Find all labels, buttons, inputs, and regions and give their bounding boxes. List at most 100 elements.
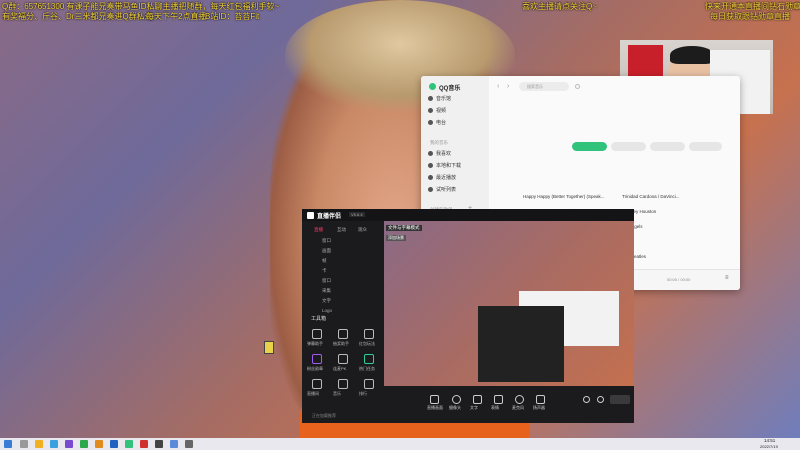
source-row[interactable]: 卡	[308, 266, 373, 275]
playlist-icon[interactable]: ≡	[725, 275, 729, 281]
nav-label: 视频	[436, 108, 447, 114]
clock-icon	[428, 175, 433, 181]
preview-label: 文件与字幕模式	[386, 225, 422, 231]
nav-music-hall[interactable]: 音乐馆	[428, 95, 451, 103]
radio-icon	[428, 120, 433, 126]
back-button[interactable]: ‹	[497, 83, 499, 90]
medal-tool-icon[interactable]	[312, 354, 322, 364]
emoji-icon[interactable]	[494, 395, 503, 404]
settings-icon[interactable]	[583, 396, 590, 403]
source-label: 画面	[322, 248, 331, 253]
taskbar-app-icon[interactable]	[185, 440, 193, 448]
preview-canvas[interactable]: 文件与字幕模式 添加场景	[384, 221, 634, 386]
source-row[interactable]: Logo	[308, 306, 373, 315]
source-label: Logo	[322, 308, 333, 313]
tool-label: 抽奖助手	[333, 341, 349, 346]
camera-icon[interactable]	[452, 395, 461, 404]
nav-liked[interactable]: 我喜欢	[428, 150, 451, 158]
nested-obs-preview	[478, 306, 564, 382]
song-title[interactable]: Happy Happy (Better Together) (Speak...	[523, 194, 604, 199]
obs-tab[interactable]: 观众	[358, 227, 367, 233]
redpacket-tool-icon[interactable]	[364, 329, 374, 339]
source-row[interactable]: 窗口	[308, 236, 373, 245]
toolbox-header: 工具箱	[311, 316, 327, 322]
taskbar-app-icon[interactable]	[140, 440, 148, 448]
category-pill[interactable]	[689, 142, 722, 151]
taskbar-app-icon[interactable]	[80, 440, 88, 448]
source-label: 窗口	[322, 278, 331, 283]
voice-search-icon[interactable]	[575, 84, 580, 89]
task-tool-icon[interactable]	[364, 354, 374, 364]
nav-trial[interactable]: 试听列表	[428, 186, 456, 194]
overlay-line1-right-b: 快来开通本直播间钻石勋章	[705, 2, 800, 11]
rank-tool-icon[interactable]	[364, 379, 374, 389]
bottom-tool-label: 摄像头	[449, 405, 461, 410]
browser-icon[interactable]	[50, 440, 58, 448]
nav-local[interactable]: 本地和下载	[428, 162, 461, 170]
list-icon	[428, 187, 433, 193]
preview-tag[interactable]: 添加场景	[386, 235, 406, 241]
search-input[interactable]: 搜索音乐	[519, 82, 569, 91]
music-icon	[428, 96, 433, 102]
start-icon[interactable]	[4, 440, 12, 448]
tool-label: 音乐	[333, 391, 341, 396]
microphone-icon[interactable]	[515, 395, 524, 404]
nav-radio[interactable]: 电台	[428, 119, 446, 127]
streaming-app-window[interactable]: 直播伴侣 V5.6.4 直播 互动 观众 窗口 画面 帧 卡 窗口 采集 文字 …	[302, 209, 634, 423]
danmu-tool-icon[interactable]	[312, 329, 322, 339]
qqmusic-brand: QQ音乐	[439, 86, 461, 92]
bottom-tool-label: 麦克风	[512, 405, 524, 410]
song-artist[interactable]: Trinidad Cardona / DaVinci...	[622, 194, 680, 199]
nav-recent[interactable]: 最近播放	[428, 174, 456, 182]
source-label: 帧	[322, 258, 327, 263]
taskbar-app-icon[interactable]	[20, 440, 28, 448]
taskbar-app-icon[interactable]	[65, 440, 73, 448]
folder-icon[interactable]	[35, 440, 43, 448]
overlay-line2-mid: 每天下午2点直播	[146, 12, 207, 21]
taskbar-app-icon[interactable]	[170, 440, 178, 448]
record-icon[interactable]	[597, 396, 604, 403]
nav-label: 电台	[436, 120, 447, 126]
room-tool-icon[interactable]	[312, 379, 322, 389]
obs-tab[interactable]: 直播	[314, 227, 323, 233]
bottom-tool-label: 直播画面	[427, 405, 443, 410]
category-pill[interactable]	[650, 142, 685, 151]
category-pill-active[interactable]	[572, 142, 607, 151]
obs-titlebar: 直播伴侣 V5.6.4	[302, 209, 634, 221]
start-live-button[interactable]	[610, 395, 630, 404]
taskbar-date: 2022/7/19	[760, 444, 778, 449]
desktop-shortcut-icon[interactable]	[264, 341, 274, 354]
tool-label: 排行	[359, 391, 367, 396]
obs-brand: 直播伴侣	[317, 214, 342, 220]
obs-footer: 正在加载推荐	[312, 413, 336, 418]
forward-button[interactable]: ›	[507, 83, 509, 90]
taskbar-app-icon[interactable]	[110, 440, 118, 448]
obs-tab[interactable]: 互动	[337, 227, 346, 233]
source-row[interactable]: 帧	[308, 256, 373, 265]
source-row[interactable]: 文字	[308, 296, 373, 305]
category-pill[interactable]	[611, 142, 646, 151]
taskbar: 14:51 2022/7/19	[0, 438, 800, 450]
lottery-tool-icon[interactable]	[338, 329, 348, 339]
heart-icon	[428, 151, 433, 157]
music-tool-icon[interactable]	[338, 379, 348, 389]
qqmusic-taskbar-icon[interactable]	[125, 440, 133, 448]
pk-tool-icon[interactable]	[338, 354, 348, 364]
speaker-icon[interactable]	[536, 395, 545, 404]
tool-label: 红包玩法	[359, 341, 375, 346]
my-music-header: 我的音乐	[430, 140, 448, 145]
streaming-taskbar-icon[interactable]	[155, 440, 163, 448]
nav-video[interactable]: 视频	[428, 107, 446, 115]
source-row[interactable]: 窗口	[308, 276, 373, 285]
nav-label: 音乐馆	[436, 96, 452, 102]
overlay-line1-left: Q群：657651300 有课子能兄奏带马鱼ID私聊主播把随群，每天红包福利手软…	[2, 2, 280, 11]
qqmusic-logo-icon	[429, 83, 436, 90]
source-row[interactable]: 画面	[308, 246, 373, 255]
nav-label: 最近播放	[436, 175, 457, 181]
screen-capture-icon[interactable]	[430, 395, 439, 404]
source-row[interactable]: 采集	[308, 286, 373, 295]
download-icon	[428, 163, 433, 169]
taskbar-app-icon[interactable]	[95, 440, 103, 448]
webcam-hair	[670, 46, 714, 64]
text-icon[interactable]	[473, 395, 482, 404]
